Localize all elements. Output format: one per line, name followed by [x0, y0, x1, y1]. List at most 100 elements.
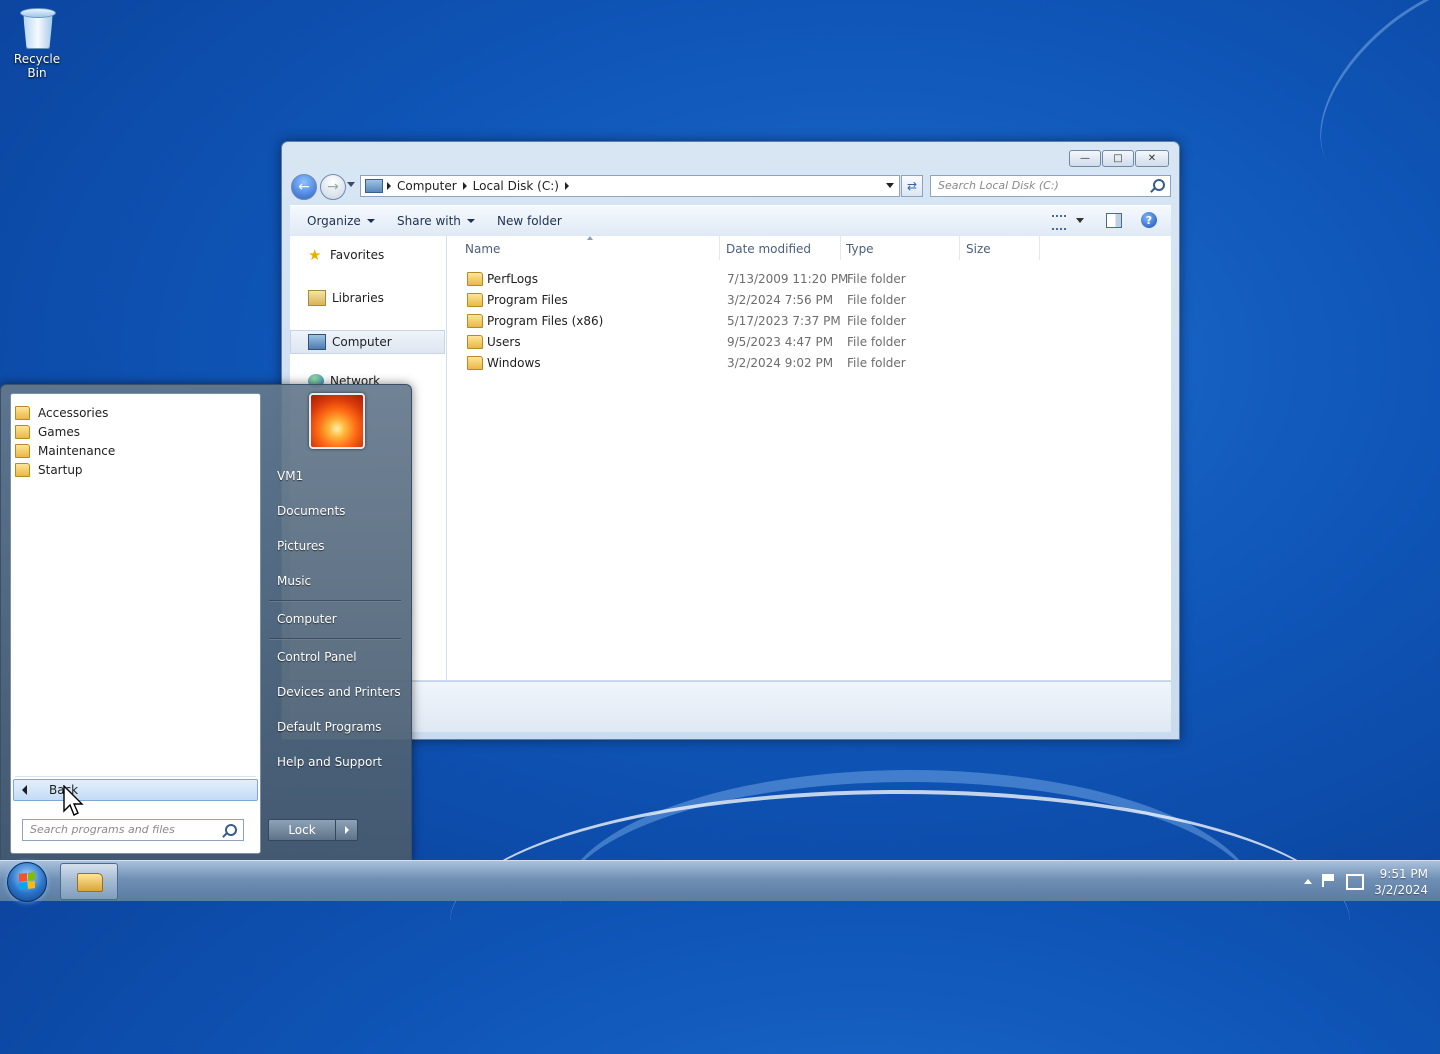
- refresh-icon: ⇄: [906, 179, 918, 193]
- explorer-search-input[interactable]: [931, 176, 1145, 194]
- organize-label: Organize: [307, 214, 361, 228]
- network-tray-icon[interactable]: [1346, 874, 1364, 890]
- start-devices-printers-link[interactable]: Devices and Printers: [277, 685, 401, 699]
- explorer-window: — □ ✕ ← → Computer Local Disk (C:) ⇄ Org…: [281, 141, 1180, 740]
- taskbar-explorer-button[interactable]: [60, 863, 118, 900]
- file-date: 7/13/2009 11:20 PM: [727, 272, 849, 286]
- preview-pane-icon[interactable]: [1106, 213, 1122, 228]
- folder-icon: [77, 873, 103, 892]
- column-divider[interactable]: [840, 236, 841, 260]
- recycle-bin-label: Recycle Bin: [13, 52, 61, 80]
- close-icon: ✕: [1147, 153, 1157, 164]
- file-type: File folder: [847, 335, 906, 349]
- taskbar: 9:51 PM 3/2/2024: [0, 860, 1440, 902]
- clock-date: 3/2/2024: [1374, 883, 1428, 897]
- folder-icon: [467, 356, 483, 370]
- start-user-link[interactable]: VM1: [277, 469, 303, 483]
- divider: [269, 600, 401, 602]
- all-programs-list: Accessories Games Maintenance Startup Ba…: [10, 393, 261, 854]
- refresh-button[interactable]: ⇄: [901, 175, 923, 197]
- file-name: Windows: [487, 356, 541, 370]
- action-center-flag-icon[interactable]: [1322, 874, 1336, 887]
- start-search-input[interactable]: [23, 820, 227, 838]
- wallpaper-streak: [1284, 0, 1440, 220]
- folder-icon: [467, 272, 483, 286]
- start-control-panel-link[interactable]: Control Panel: [277, 650, 357, 664]
- folder-icon: [15, 444, 30, 458]
- start-pictures-link[interactable]: Pictures: [277, 539, 325, 553]
- program-folder-label: Games: [38, 425, 80, 439]
- nav-computer[interactable]: Computer: [290, 330, 445, 354]
- chevron-left-icon: [22, 785, 27, 795]
- clock-time: 9:51 PM: [1379, 867, 1428, 881]
- program-folder[interactable]: Accessories: [15, 406, 108, 420]
- file-row[interactable]: Program Files (x86) 5/17/2023 7:37 PM Fi…: [447, 311, 1037, 332]
- nav-favorites[interactable]: ★ Favorites: [308, 248, 384, 263]
- lock-label: Lock: [288, 823, 316, 837]
- divider: [269, 638, 401, 640]
- recent-pages-dropdown[interactable]: [347, 182, 355, 187]
- column-header-date-modified[interactable]: Date modified: [726, 242, 811, 256]
- nav-libraries-label: Libraries: [332, 291, 384, 305]
- change-view-icon[interactable]: [1052, 215, 1066, 230]
- program-folder[interactable]: Maintenance: [15, 444, 115, 458]
- forward-button[interactable]: →: [320, 174, 346, 200]
- breadcrumb-local-disk[interactable]: Local Disk (C:): [473, 179, 559, 193]
- nav-libraries[interactable]: Libraries: [308, 290, 384, 306]
- column-header-size[interactable]: Size: [966, 242, 991, 256]
- show-hidden-icons-icon[interactable]: [1304, 879, 1312, 884]
- breadcrumb-separator-icon[interactable]: [462, 182, 467, 190]
- start-computer-link[interactable]: Computer: [277, 612, 337, 626]
- recycle-bin[interactable]: Recycle Bin: [4, 6, 70, 80]
- share-with-button[interactable]: Share with: [397, 214, 475, 228]
- search-icon[interactable]: [1153, 179, 1165, 191]
- shutdown-options-button[interactable]: [335, 819, 358, 841]
- maximize-icon: □: [1113, 153, 1123, 164]
- organize-button[interactable]: Organize: [307, 214, 375, 228]
- breadcrumb-separator-icon[interactable]: [564, 182, 569, 190]
- explorer-search: [930, 175, 1171, 197]
- libraries-icon: [308, 290, 326, 306]
- minimize-button[interactable]: —: [1069, 150, 1101, 167]
- file-row[interactable]: Windows 3/2/2024 9:02 PM File folder: [447, 353, 1037, 374]
- breadcrumb-separator-icon[interactable]: [387, 182, 391, 190]
- clock[interactable]: 9:51 PM 3/2/2024: [1374, 866, 1428, 898]
- maximize-button[interactable]: □: [1102, 150, 1134, 167]
- view-options-dropdown[interactable]: [1076, 218, 1084, 223]
- search-icon[interactable]: [225, 824, 237, 836]
- new-folder-button[interactable]: New folder: [497, 214, 562, 228]
- file-date: 3/2/2024 9:02 PM: [727, 356, 834, 370]
- command-bar: Organize Share with New folder ?: [290, 205, 1171, 237]
- folder-icon: [467, 293, 483, 307]
- start-search: [22, 819, 244, 841]
- start-default-programs-link[interactable]: Default Programs: [277, 720, 382, 734]
- program-folder[interactable]: Startup: [15, 463, 83, 477]
- start-button[interactable]: [7, 862, 47, 902]
- back-button[interactable]: ←: [291, 174, 317, 200]
- recycle-bin-icon: [20, 8, 56, 49]
- file-list: Name Date modified Type Size PerfLogs 7/…: [447, 236, 1171, 680]
- help-icon[interactable]: ?: [1141, 212, 1157, 228]
- user-picture[interactable]: [309, 393, 365, 449]
- back-button[interactable]: Back: [13, 779, 258, 801]
- file-row[interactable]: Users 9/5/2023 4:47 PM File folder: [447, 332, 1037, 353]
- column-divider[interactable]: [1039, 236, 1040, 260]
- start-help-support-link[interactable]: Help and Support: [277, 755, 382, 769]
- address-bar[interactable]: Computer Local Disk (C:): [360, 175, 900, 197]
- address-dropdown-icon[interactable]: [886, 183, 894, 188]
- file-date: 5/17/2023 7:37 PM: [727, 314, 841, 328]
- folder-icon: [15, 463, 30, 477]
- column-divider[interactable]: [959, 236, 960, 260]
- lock-button[interactable]: Lock: [268, 819, 336, 841]
- file-row[interactable]: PerfLogs 7/13/2009 11:20 PM File folder: [447, 269, 1037, 290]
- program-folder[interactable]: Games: [15, 425, 80, 439]
- column-header-type[interactable]: Type: [846, 242, 874, 256]
- start-documents-link[interactable]: Documents: [277, 504, 345, 518]
- start-music-link[interactable]: Music: [277, 574, 311, 588]
- close-button[interactable]: ✕: [1135, 150, 1169, 167]
- breadcrumb-computer[interactable]: Computer: [397, 179, 457, 193]
- file-type: File folder: [847, 356, 906, 370]
- file-row[interactable]: Program Files 3/2/2024 7:56 PM File fold…: [447, 290, 1037, 311]
- column-divider[interactable]: [719, 236, 720, 260]
- column-header-name[interactable]: Name: [465, 242, 500, 256]
